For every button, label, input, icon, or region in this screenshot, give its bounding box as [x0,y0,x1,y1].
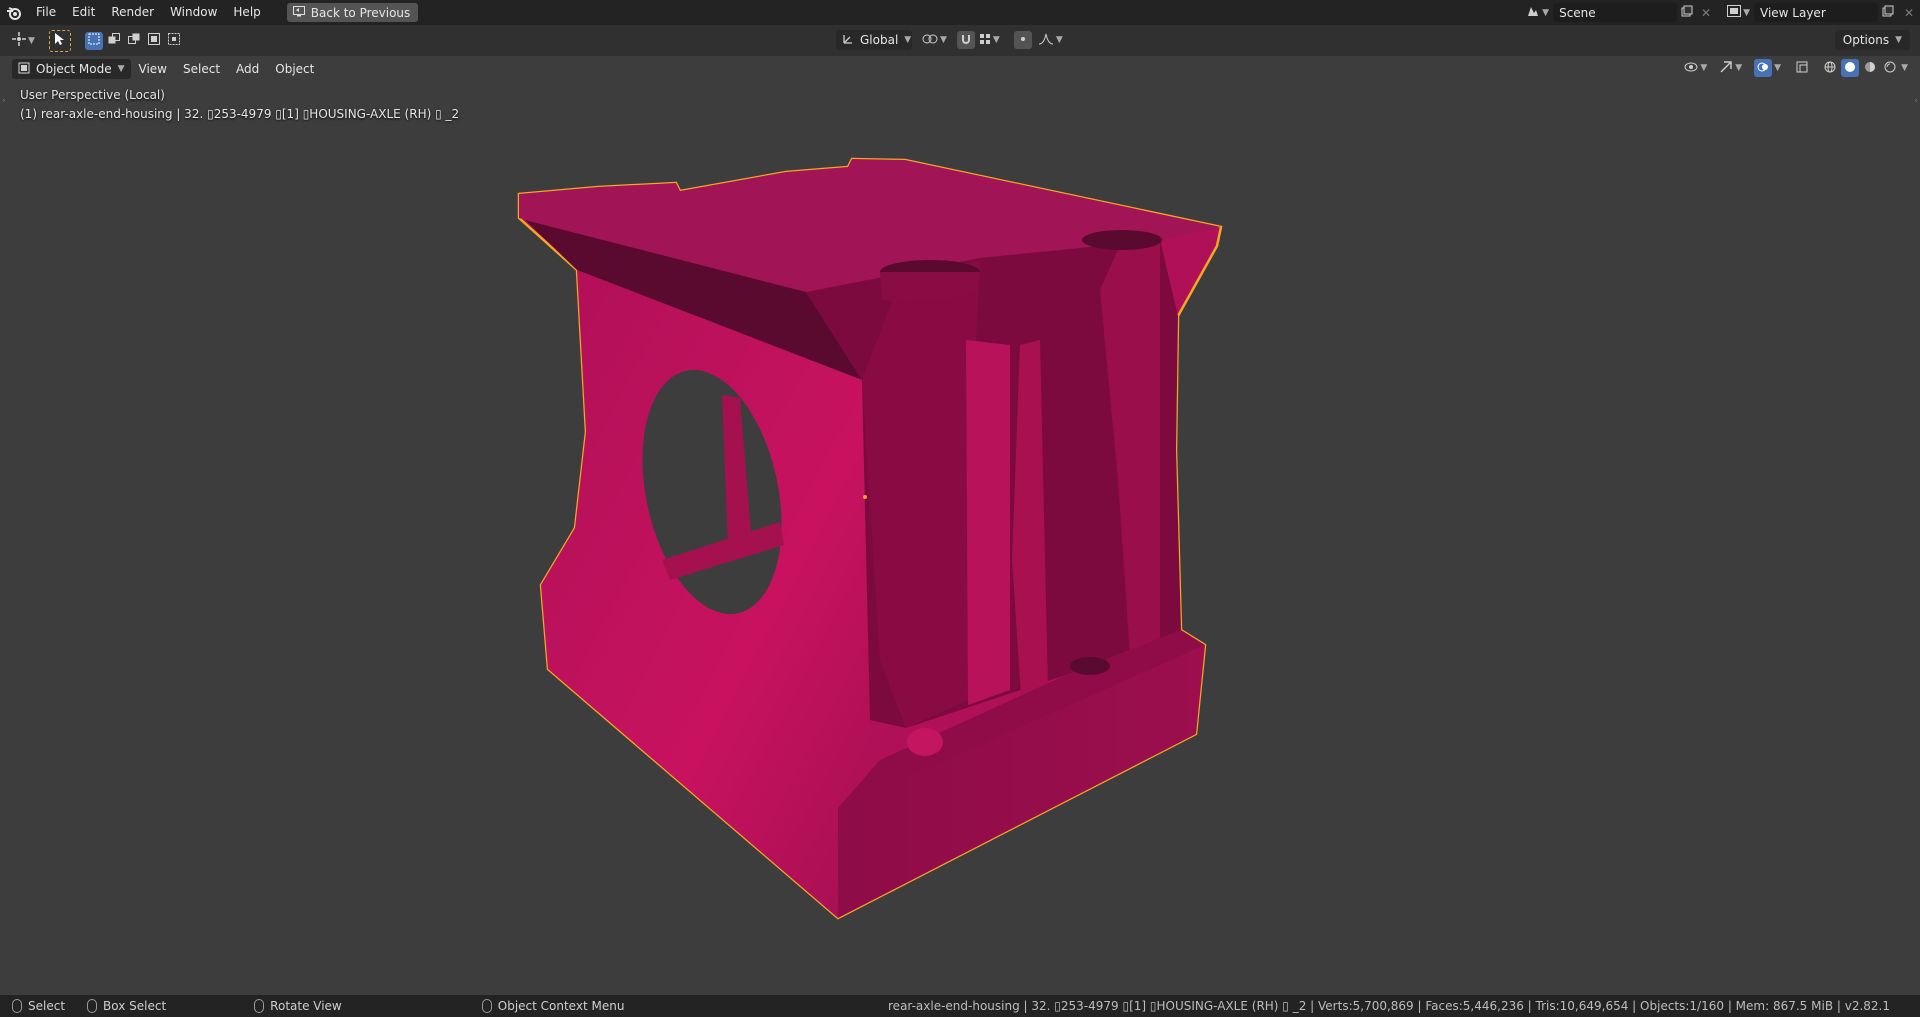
box-select-hint-label: Box Select [103,999,167,1013]
scene-statistics: rear-axle-end-housing | 32. ▯253-4979 ▯[… [888,999,1890,1013]
status-box-select-hint: Box Select [87,999,166,1013]
base-hole-right [1070,657,1110,675]
mouse-drag-icon [87,999,98,1013]
status-select-hint: Select [12,999,65,1013]
context-menu-hint-label: Object Context Menu [497,999,625,1013]
mouse-middle-icon [254,999,265,1013]
object-origin [863,495,867,499]
rotate-view-hint-label: Rotate View [270,999,342,1013]
status-rotate-hint: Rotate View [254,999,342,1013]
base-hole-left [907,728,943,756]
top-bore-hole-back [1082,230,1162,250]
rear-axle-end-housing-model[interactable] [0,0,1920,995]
mouse-right-icon [481,999,492,1013]
select-hint-label: Select [28,999,66,1013]
status-bar: Select Box Select Rotate View Object Con… [0,995,1920,1017]
rib-face [966,340,1010,705]
mouse-left-icon [12,999,22,1013]
status-context-menu-hint: Object Context Menu [481,999,625,1013]
